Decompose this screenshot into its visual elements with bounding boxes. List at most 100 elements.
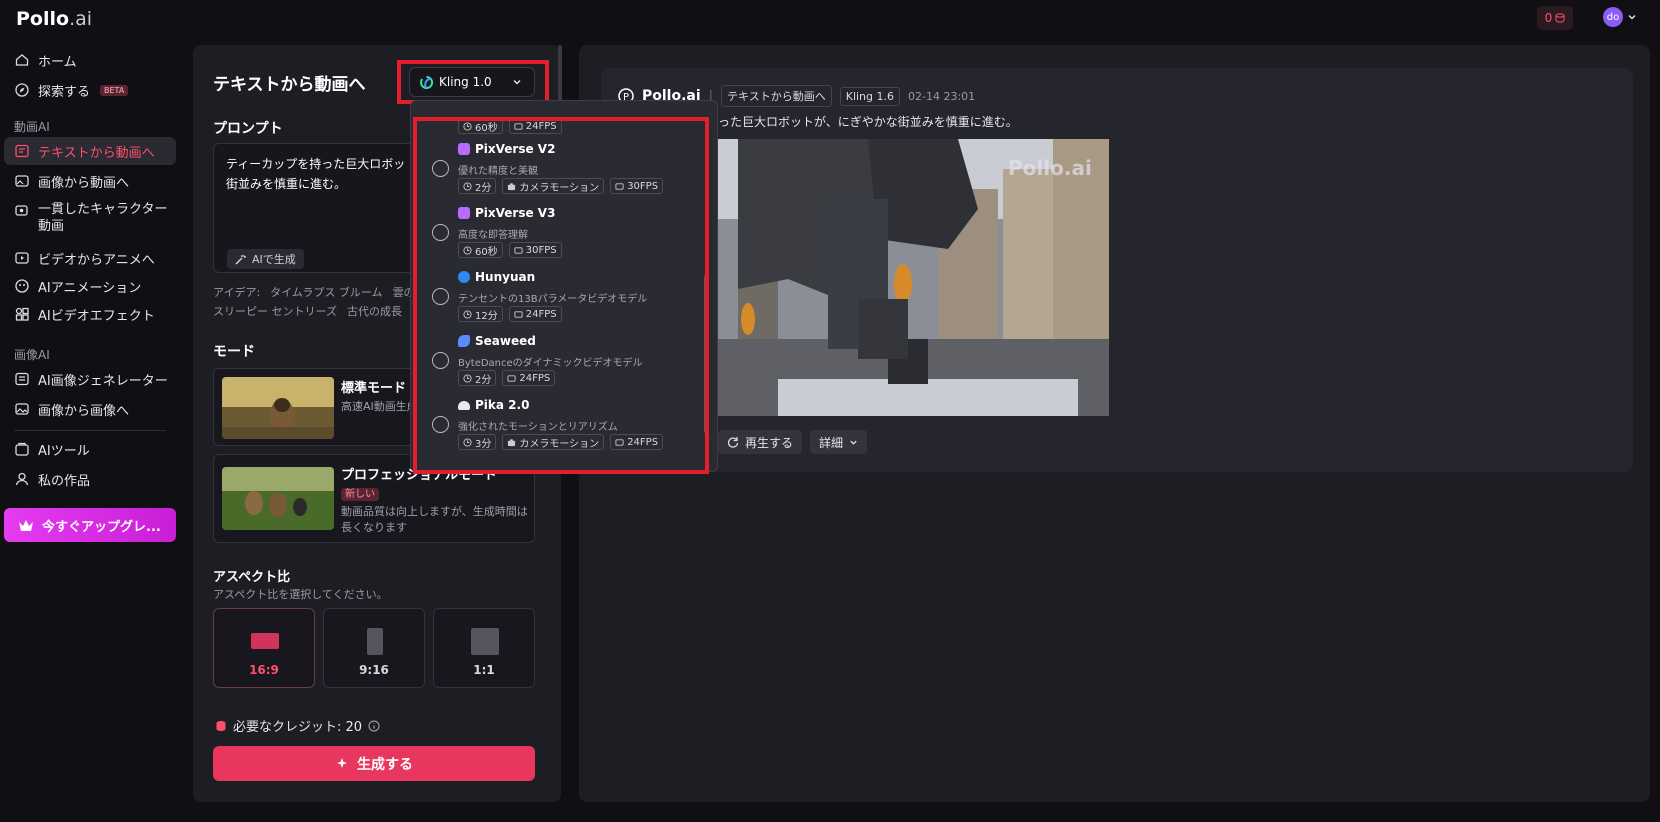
aspect-9-16[interactable]: 9:16 (323, 608, 425, 688)
generate-label: 生成する (357, 756, 413, 773)
sidebar-item-image-to-image[interactable]: 画像から画像へ (4, 395, 176, 423)
aspect-ratio-label: アスペクト比 (213, 570, 291, 585)
result-model-chip: Kling 1.6 (839, 86, 901, 106)
sidebar-item-character-video[interactable]: 一貫したキャラクター動画 (4, 197, 176, 237)
mode-description: 高速AI動画生成 (341, 400, 418, 413)
video-watermark: Pollo.ai (1008, 156, 1092, 180)
character-icon (15, 205, 28, 216)
sparkle-icon (337, 757, 347, 768)
aspect-16-9-shape (251, 633, 279, 649)
animation-icon (15, 279, 29, 293)
section-video-ai: 動画AI (14, 120, 50, 134)
replay-button[interactable]: 再生する (718, 430, 803, 454)
details-button[interactable]: 詳細 (810, 430, 868, 454)
sidebar-item-label: AIアニメーション (38, 280, 142, 296)
result-actions: 再生する 詳細 (718, 430, 868, 454)
section-image-ai: 画像AI (14, 348, 50, 362)
chevron-down-icon (850, 440, 857, 445)
new-badge-label: 新しい (341, 488, 379, 501)
sidebar-item-my-works[interactable]: 私の作品 (4, 465, 176, 493)
coin-stack-icon (216, 720, 226, 731)
sidebar-item-label: ビデオからアニメへ (38, 252, 155, 268)
credits-pill[interactable]: 0 (1537, 6, 1573, 30)
sidebar-item-explore[interactable]: 探索する BETA (4, 76, 176, 104)
sidebar-item-label: 私の作品 (38, 473, 91, 489)
sidebar-item-label: 画像から画像へ (38, 403, 130, 419)
logo-text: Pollo (16, 8, 70, 30)
sidebar-item-image-to-video[interactable]: 画像から動画へ (4, 167, 176, 195)
logo-suffix: .ai (69, 8, 93, 30)
image-gen-icon (15, 372, 29, 386)
sidebar-item-video-to-anime[interactable]: ビデオからアニメへ (4, 244, 176, 272)
logo[interactable]: Pollo.ai (16, 8, 92, 30)
info-icon[interactable] (368, 720, 380, 732)
credits-required: 必要なクレジット: 20 (215, 716, 380, 735)
aspect-label: 16:9 (249, 663, 279, 677)
replay-label: 再生する (745, 435, 794, 450)
highlight-box-dropdown (413, 117, 709, 474)
aspect-label: 9:16 (359, 663, 389, 677)
account-menu[interactable]: do (1603, 7, 1637, 27)
effects-icon (15, 307, 29, 321)
refresh-icon (727, 437, 739, 448)
ai-generate-button[interactable]: AIで生成 (227, 249, 304, 269)
sidebar-item-label: AI画像ジェネレーター (38, 373, 168, 389)
sidebar-item-ai-tools[interactable]: AIツール (4, 435, 176, 463)
new-badge: 新しい (341, 485, 379, 501)
image-video-icon (15, 175, 29, 187)
sidebar-item-label: テキストから動画へ (38, 145, 155, 161)
aspect-1-1[interactable]: 1:1 (433, 608, 535, 688)
aspect-ratio-hint: アスペクト比を選択してください。 (213, 588, 388, 601)
sidebar-item-label: AIツール (38, 443, 90, 459)
user-icon (15, 472, 29, 486)
sidebar-item-label: 探索する (38, 84, 91, 100)
aspect-9-16-shape (367, 628, 383, 655)
idea-chip[interactable]: スリーピー セントリーズ (213, 303, 337, 319)
sidebar-divider (14, 430, 166, 431)
image-image-icon (15, 403, 29, 415)
sidebar-item-ai-video-effects[interactable]: AIビデオエフェクト (4, 300, 176, 328)
credits-count: 0 (1544, 11, 1553, 25)
crown-icon (19, 520, 33, 531)
mode-description: 動画品質は向上しますが、生成時間は (341, 505, 528, 518)
aspect-1-1-shape (471, 628, 499, 655)
upgrade-label: 今すぐアップグレ... (42, 519, 161, 535)
result-date: 02-14 23:01 (908, 89, 976, 103)
aspect-16-9[interactable]: 16:9 (213, 608, 315, 688)
ideas-row-2: スリーピー セントリーズ 古代の成長 (213, 303, 402, 319)
highlight-box-model-selector (397, 60, 549, 104)
prompt-label: プロンプト (213, 121, 283, 137)
anime-icon (15, 252, 29, 264)
sidebar-item-label: ホーム (38, 54, 77, 70)
beta-badge: BETA (100, 84, 129, 96)
mode-title: 標準モード (341, 381, 407, 396)
sidebar-item-text-to-video[interactable]: テキストから動画へ (4, 137, 176, 165)
sidebar-item-ai-animation[interactable]: AIアニメーション (4, 272, 176, 300)
coin-stack-icon (1555, 13, 1565, 23)
mode-label: モード (213, 344, 255, 360)
video-frame: Pollo.ai (718, 139, 1109, 416)
compass-icon (15, 83, 29, 97)
text-video-icon (15, 144, 29, 158)
aspect-label: 1:1 (473, 663, 495, 677)
tools-icon (15, 442, 29, 456)
sidebar-item-label: 一貫したキャラクター動画 (38, 202, 168, 234)
avatar: do (1603, 7, 1623, 27)
result-mode-chip: テキストから動画へ (721, 85, 832, 107)
ai-generate-label: AIで生成 (252, 253, 296, 266)
sidebar-item-home[interactable]: ホーム (4, 46, 176, 74)
credits-required-label: 必要なクレジット: 20 (233, 720, 363, 735)
result-video[interactable]: Pollo.ai (718, 139, 1109, 416)
idea-chip[interactable]: 古代の成長 (347, 303, 402, 319)
ideas-row-1: アイデア: タイムラプス ブルーム 雲の (213, 284, 415, 300)
upgrade-button[interactable]: 今すぐアップグレ... (4, 508, 176, 542)
standard-mode-thumbnail (222, 377, 334, 439)
magic-wand-icon (235, 254, 246, 264)
sidebar-item-label: 画像から動画へ (38, 175, 130, 191)
ideas-label: アイデア: (213, 286, 261, 299)
sidebar-item-label: AIビデオエフェクト (38, 308, 155, 324)
generate-button[interactable]: 生成する (213, 746, 535, 781)
home-icon (15, 54, 29, 66)
idea-chip[interactable]: タイムラプス ブルーム (270, 284, 382, 300)
sidebar-item-ai-image-generator[interactable]: AI画像ジェネレーター (4, 365, 176, 393)
